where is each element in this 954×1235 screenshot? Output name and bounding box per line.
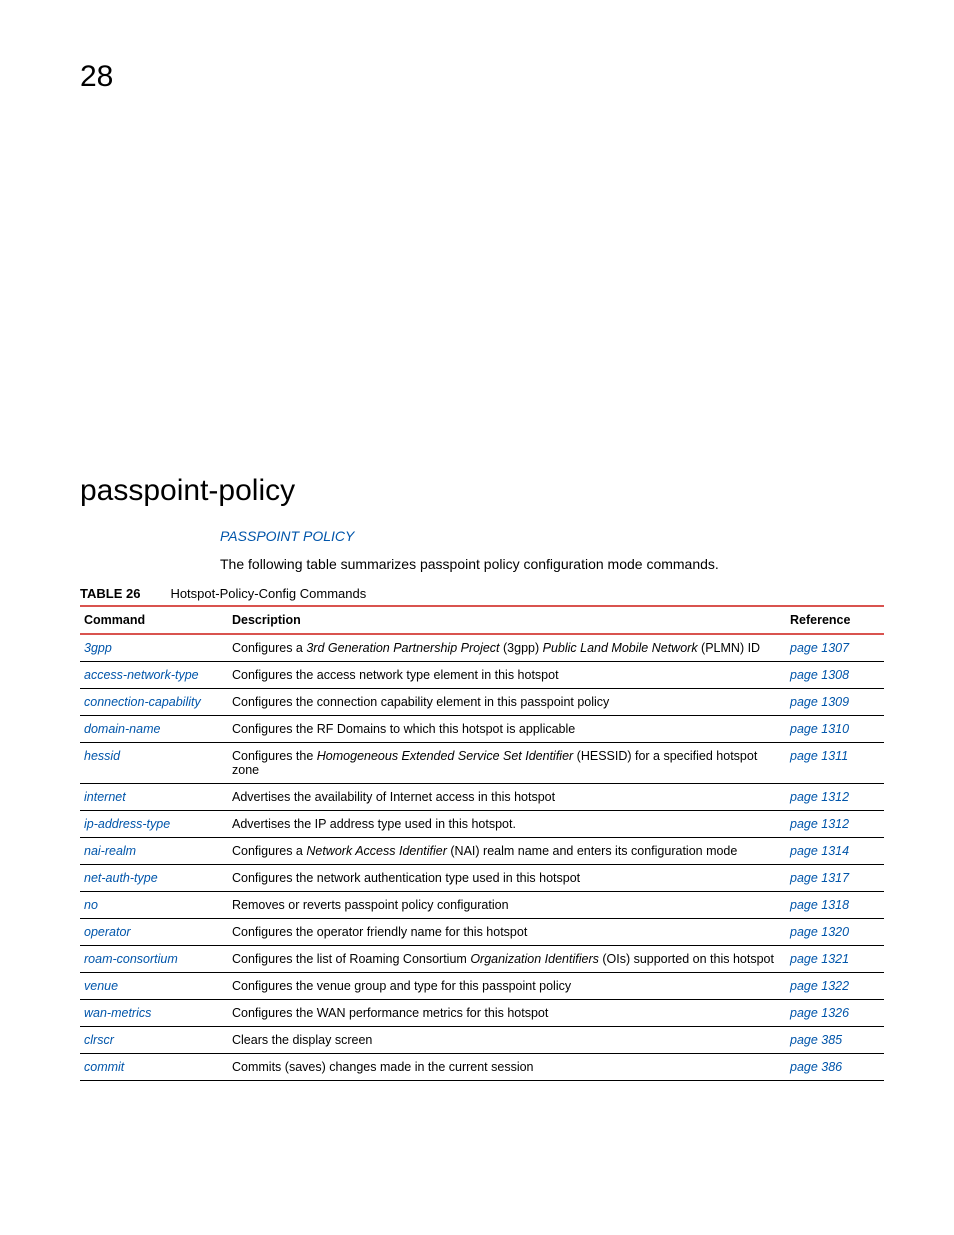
command-link[interactable]: hessid — [84, 749, 120, 763]
header-command: Command — [80, 606, 228, 634]
description-cell: Configures the network authentication ty… — [228, 865, 786, 892]
description-cell: Configures the operator friendly name fo… — [228, 919, 786, 946]
reference-link[interactable]: page 1317 — [790, 871, 849, 885]
header-reference: Reference — [786, 606, 884, 634]
reference-link[interactable]: page 1314 — [790, 844, 849, 858]
command-link[interactable]: connection-capability — [84, 695, 201, 709]
table-row: hessid Configures the Homogeneous Extende… — [80, 743, 884, 784]
intro-text: The following table summarizes passpoint… — [220, 556, 884, 572]
table-caption: TABLE 26 Hotspot-Policy-Config Commands — [80, 586, 884, 601]
reference-link[interactable]: page 1311 — [790, 749, 848, 763]
commands-table: Command Description Reference 3gpp Config… — [80, 605, 884, 1081]
command-link[interactable]: operator — [84, 925, 131, 939]
table-row: 3gpp Configures a 3rd Generation Partners… — [80, 634, 884, 662]
table-row: no Removes or reverts passpoint policy co… — [80, 892, 884, 919]
table-row: internet Advertises the availability of I… — [80, 784, 884, 811]
reference-link[interactable]: page 1312 — [790, 790, 849, 804]
command-link[interactable]: net-auth-type — [84, 871, 158, 885]
header-description: Description — [228, 606, 786, 634]
description-cell: Removes or reverts passpoint policy conf… — [228, 892, 786, 919]
reference-link[interactable]: page 1318 — [790, 898, 849, 912]
page-number: 28 — [80, 60, 884, 94]
reference-link[interactable]: page 1310 — [790, 722, 849, 736]
table-row: net-auth-type Configures the network auth… — [80, 865, 884, 892]
reference-link[interactable]: page 1309 — [790, 695, 849, 709]
command-link[interactable]: clrscr — [84, 1033, 114, 1047]
description-cell: Configures the access network type eleme… — [228, 662, 786, 689]
command-link[interactable]: roam-consortium — [84, 952, 178, 966]
reference-link[interactable]: page 1312 — [790, 817, 849, 831]
command-link[interactable]: nai-realm — [84, 844, 136, 858]
command-link[interactable]: ip-address-type — [84, 817, 170, 831]
description-cell: Commits (saves) changes made in the curr… — [228, 1054, 786, 1081]
command-link[interactable]: domain-name — [84, 722, 160, 736]
description-cell: Configures the connection capability ele… — [228, 689, 786, 716]
description-cell: Configures the Homogeneous Extended Serv… — [228, 743, 786, 784]
command-link[interactable]: no — [84, 898, 98, 912]
table-row: roam-consortium Configures the list of Ro… — [80, 946, 884, 973]
description-cell: Configures the list of Roaming Consortiu… — [228, 946, 786, 973]
table-row: wan-metrics Configures the WAN performanc… — [80, 1000, 884, 1027]
page-title: passpoint-policy — [80, 474, 884, 508]
table-row: commit Commits (saves) changes made in th… — [80, 1054, 884, 1081]
table-row: connection-capability Configures the conn… — [80, 689, 884, 716]
description-cell: Configures the WAN performance metrics f… — [228, 1000, 786, 1027]
table-row: operator Configures the operator friendly… — [80, 919, 884, 946]
command-link[interactable]: commit — [84, 1060, 124, 1074]
reference-link[interactable]: page 385 — [790, 1033, 842, 1047]
reference-link[interactable]: page 386 — [790, 1060, 842, 1074]
table-title: Hotspot-Policy-Config Commands — [170, 586, 366, 601]
table-row: access-network-type Configures the access… — [80, 662, 884, 689]
description-cell: Advertises the availability of Internet … — [228, 784, 786, 811]
reference-link[interactable]: page 1322 — [790, 979, 849, 993]
command-link[interactable]: access-network-type — [84, 668, 199, 682]
table-label: TABLE 26 — [80, 586, 140, 601]
description-cell: Configures a 3rd Generation Partnership … — [228, 634, 786, 662]
table-row: nai-realm Configures a Network Access Ide… — [80, 838, 884, 865]
reference-link[interactable]: page 1321 — [790, 952, 849, 966]
description-cell: Clears the display screen — [228, 1027, 786, 1054]
description-cell: Configures a Network Access Identifier (… — [228, 838, 786, 865]
description-cell: Configures the RF Domains to which this … — [228, 716, 786, 743]
table-row: clrscr Clears the display screen page 385 — [80, 1027, 884, 1054]
command-link[interactable]: venue — [84, 979, 118, 993]
command-link[interactable]: 3gpp — [84, 641, 112, 655]
subtitle-link[interactable]: PASSPOINT POLICY — [220, 528, 884, 544]
table-row: ip-address-type Advertises the IP address… — [80, 811, 884, 838]
command-link[interactable]: internet — [84, 790, 126, 804]
table-row: venue Configures the venue group and type… — [80, 973, 884, 1000]
reference-link[interactable]: page 1320 — [790, 925, 849, 939]
command-link[interactable]: wan-metrics — [84, 1006, 151, 1020]
reference-link[interactable]: page 1307 — [790, 641, 849, 655]
description-cell: Advertises the IP address type used in t… — [228, 811, 786, 838]
description-cell: Configures the venue group and type for … — [228, 973, 786, 1000]
table-row: domain-name Configures the RF Domains to … — [80, 716, 884, 743]
reference-link[interactable]: page 1326 — [790, 1006, 849, 1020]
reference-link[interactable]: page 1308 — [790, 668, 849, 682]
